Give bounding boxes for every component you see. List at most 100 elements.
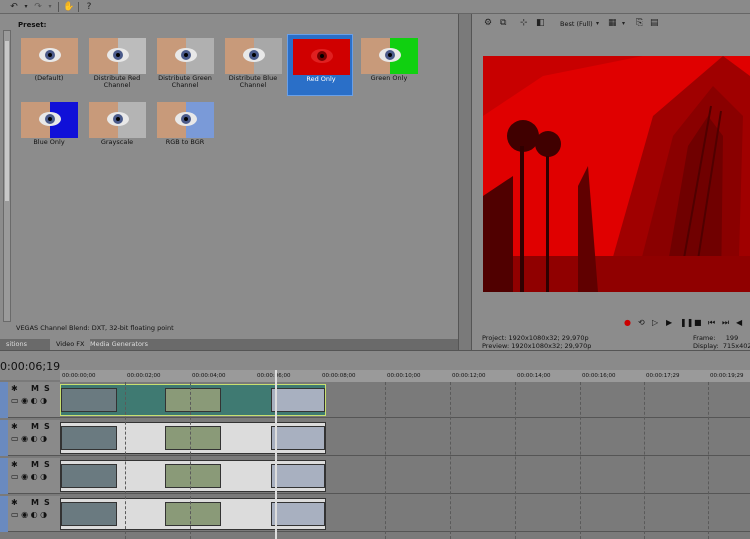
video-track-lane[interactable] bbox=[60, 420, 750, 456]
preset-green-only[interactable]: Green Only bbox=[356, 34, 422, 96]
transport-controls: ● ⟲ ▷ ▶ ❚❚ ■ ⏮ ⏭ ◀ bbox=[472, 316, 750, 330]
video-clip[interactable] bbox=[60, 384, 326, 416]
video-track-lane[interactable] bbox=[60, 382, 750, 418]
video-clip[interactable] bbox=[60, 422, 326, 454]
track-controls-icon[interactable]: ▭ ◉ ◐ ◑ bbox=[11, 434, 47, 443]
loop-icon[interactable]: ⟲ bbox=[638, 318, 645, 327]
preset-distribute-red[interactable]: Distribute Red Channel bbox=[84, 34, 150, 96]
toolbar-separator bbox=[58, 2, 59, 12]
eye-image bbox=[175, 48, 197, 62]
timeline-tracks: ✱ M S ▭ ◉ ◐ ◑ ✱ M S ▭ ◉ ◐ ◑ ✱ M S ▭ ◉ ◐ … bbox=[0, 382, 750, 539]
preset-red-only[interactable]: Red Only bbox=[287, 34, 353, 96]
solo-button[interactable]: S bbox=[44, 460, 50, 469]
preset-label-grayscale: Grayscale bbox=[100, 138, 134, 146]
display-value: 715x402x32 bbox=[722, 341, 750, 350]
preset-thumbnail bbox=[157, 38, 214, 74]
go-to-end-icon[interactable]: ⏭ bbox=[722, 318, 729, 328]
video-track-lane[interactable] bbox=[60, 458, 750, 494]
scrollbar-thumb[interactable] bbox=[5, 41, 9, 201]
solo-button[interactable]: S bbox=[44, 384, 50, 393]
clip-thumbnail bbox=[61, 426, 117, 450]
tab-transitions[interactable]: sitions bbox=[0, 339, 33, 350]
grid-line bbox=[515, 382, 516, 539]
play-from-start-icon[interactable]: ▷ bbox=[652, 318, 658, 327]
clip-thumbnail bbox=[271, 464, 325, 488]
redo-icon[interactable]: ↷ bbox=[32, 1, 44, 13]
solo-button[interactable]: S bbox=[44, 498, 50, 507]
fx-status-text: VEGAS Channel Blend: DXT, 32-bit floatin… bbox=[16, 324, 174, 332]
preset-label-rgb-to-bgr: RGB to BGR bbox=[165, 138, 205, 146]
mute-button[interactable]: M bbox=[31, 422, 39, 431]
grid-line bbox=[385, 382, 386, 539]
pause-icon[interactable]: ❚❚ bbox=[680, 318, 693, 327]
preview-quality-select[interactable]: Best (Full) bbox=[560, 20, 593, 28]
clip-thumbnail bbox=[165, 426, 221, 450]
preset-distribute-blue[interactable]: Distribute Blue Channel bbox=[220, 34, 286, 96]
clip-thumbnail bbox=[61, 388, 117, 412]
previous-frame-icon[interactable]: ◀ bbox=[736, 318, 742, 327]
preset-label-distribute-red: Distribute Red Channel bbox=[93, 74, 141, 89]
fx-scrollbar[interactable] bbox=[3, 30, 11, 322]
preset-default[interactable]: (Default) bbox=[16, 34, 82, 96]
time-ruler[interactable]: 00:00:00;00 00:00:02;00 00:00:04;00 00:0… bbox=[60, 370, 750, 382]
track-controls-icon[interactable]: ▭ ◉ ◐ ◑ bbox=[11, 510, 47, 519]
playhead-cursor[interactable] bbox=[275, 370, 277, 539]
eye-image bbox=[39, 48, 61, 62]
help-icon[interactable]: ? bbox=[83, 1, 95, 13]
eye-image bbox=[311, 49, 333, 63]
preset-distribute-green[interactable]: Distribute Green Channel bbox=[152, 34, 218, 96]
copy-snapshot-icon[interactable]: ⎘ bbox=[636, 18, 643, 28]
stop-icon[interactable]: ■ bbox=[694, 318, 702, 327]
external-monitor-icon[interactable]: ⧉ bbox=[500, 18, 506, 28]
track-number bbox=[0, 420, 8, 456]
go-to-start-icon[interactable]: ⏮ bbox=[708, 318, 715, 328]
chevron-down-icon[interactable]: ▾ bbox=[596, 20, 599, 27]
record-icon[interactable]: ● bbox=[624, 318, 631, 327]
play-icon[interactable]: ▶ bbox=[666, 318, 672, 327]
toolbar-separator bbox=[78, 2, 79, 12]
split-screen-icon[interactable]: ⊹ bbox=[520, 18, 528, 28]
settings-icon[interactable]: ⚙ bbox=[484, 18, 492, 28]
redo-dropdown-icon[interactable]: ▾ bbox=[44, 1, 56, 13]
eye-image bbox=[107, 112, 129, 126]
frame-info: Frame: 199 Display: 715x402x32 bbox=[693, 334, 750, 350]
grid-line bbox=[450, 382, 451, 539]
ruler-tick: 00:00:14;00 bbox=[517, 373, 551, 379]
panel-splitter[interactable] bbox=[458, 14, 472, 350]
fx-icon[interactable]: ✱ bbox=[11, 498, 18, 507]
timecode-display[interactable]: 0:00:06;19 bbox=[0, 360, 60, 373]
mute-button[interactable]: M bbox=[31, 498, 39, 507]
video-track-lane[interactable] bbox=[60, 496, 750, 532]
overlay-icon[interactable]: ◧ bbox=[536, 18, 545, 28]
fx-icon[interactable]: ✱ bbox=[11, 422, 18, 431]
video-clip[interactable] bbox=[60, 498, 326, 530]
preset-label: Preset: bbox=[18, 21, 47, 29]
hand-icon[interactable]: ✋ bbox=[63, 1, 75, 13]
track-controls-icon[interactable]: ▭ ◉ ◐ ◑ bbox=[11, 472, 47, 481]
video-clip[interactable] bbox=[60, 460, 326, 492]
fx-icon[interactable]: ✱ bbox=[11, 460, 18, 469]
mute-button[interactable]: M bbox=[31, 460, 39, 469]
preset-label-default: (Default) bbox=[34, 74, 64, 82]
save-snapshot-icon[interactable]: ▤ bbox=[650, 18, 659, 28]
preset-grayscale[interactable]: Grayscale bbox=[84, 98, 150, 160]
fx-icon[interactable]: ✱ bbox=[11, 384, 18, 393]
preset-thumbnail bbox=[293, 39, 350, 75]
red-channel-building-image bbox=[483, 56, 750, 292]
preset-thumbnail bbox=[225, 38, 282, 74]
preset-thumbnail bbox=[89, 102, 146, 138]
window-docking-tabs: sitions Video FX Media Generators bbox=[0, 339, 458, 350]
preset-blue-only[interactable]: Blue Only bbox=[16, 98, 82, 160]
mute-button[interactable]: M bbox=[31, 384, 39, 393]
ruler-tick: 00:00:10;00 bbox=[387, 373, 421, 379]
chevron-down-icon[interactable]: ▾ bbox=[622, 20, 625, 27]
preset-label-blue-only: Blue Only bbox=[33, 138, 65, 146]
solo-button[interactable]: S bbox=[44, 422, 50, 431]
track-controls-icon[interactable]: ▭ ◉ ◐ ◑ bbox=[11, 396, 47, 405]
undo-icon[interactable]: ↶ bbox=[8, 1, 20, 13]
grid-icon[interactable]: ▦ bbox=[608, 18, 617, 28]
tab-media-generators[interactable]: Media Generators bbox=[84, 339, 154, 350]
undo-dropdown-icon[interactable]: ▾ bbox=[20, 1, 32, 13]
eye-image bbox=[107, 48, 129, 62]
preset-rgb-to-bgr[interactable]: RGB to BGR bbox=[152, 98, 218, 160]
